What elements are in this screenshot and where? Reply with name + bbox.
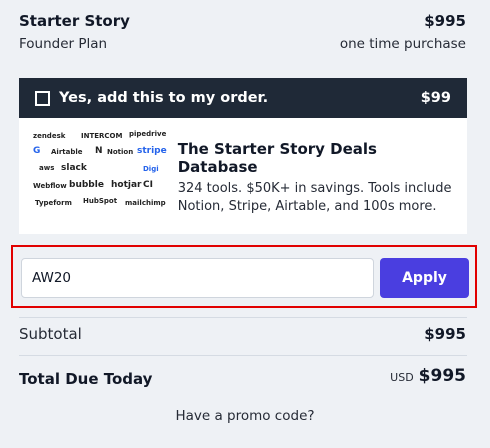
- upsell-price: $99: [420, 90, 451, 106]
- stripe-logo: stripe: [137, 146, 167, 156]
- zendesk-logo: zendesk: [33, 132, 66, 140]
- plan-price: $995: [424, 12, 466, 30]
- subtotal-value: $995: [424, 325, 466, 343]
- webflow-logo: Webflow: [33, 182, 67, 190]
- upsell-label: Yes, add this to my order.: [59, 90, 269, 106]
- promo-code-section: Apply: [11, 245, 477, 308]
- divider: [19, 355, 467, 356]
- hubspot-logo: HubSpot: [83, 197, 118, 205]
- upsell-checkbox[interactable]: [35, 90, 50, 106]
- google-logo: G: [33, 146, 41, 156]
- product-title: The Starter Story Deals Database: [177, 140, 377, 176]
- plan-billing: one time purchase: [339, 36, 466, 52]
- product-info: The Starter Story Deals Database 324 too…: [178, 130, 457, 220]
- notion-n-logo: N: [95, 146, 103, 156]
- digi-logo: Digi: [143, 165, 159, 173]
- upsell-card: Yes, add this to my order. $99 zendesk I…: [19, 78, 467, 234]
- intercom-logo: INTERCOM: [81, 132, 123, 140]
- bubble-logo: bubble: [69, 180, 104, 190]
- plan-subtitle: Founder Plan: [19, 36, 108, 52]
- total-value: $995: [418, 366, 466, 386]
- airtable-logo: Airtable: [51, 148, 83, 156]
- slack-logo: slack: [61, 163, 87, 173]
- total-value-group: USD $995: [390, 366, 466, 386]
- total-label: Total Due Today: [19, 370, 153, 388]
- apply-button[interactable]: Apply: [380, 258, 469, 298]
- ci-logo: CI: [143, 180, 153, 190]
- upsell-left: Yes, add this to my order.: [35, 90, 268, 106]
- product-description: 324 tools. $50K+ in savings. Tools inclu…: [177, 181, 452, 214]
- aws-logo: aws: [39, 164, 55, 172]
- tool-logos-image: zendesk INTERCOM pipedrive G Airtable N …: [31, 130, 167, 220]
- mailchimp-logo: mailchimp: [125, 199, 166, 207]
- upsell-body: zendesk INTERCOM pipedrive G Airtable N …: [19, 118, 467, 220]
- pipedrive-logo: pipedrive: [129, 130, 167, 138]
- typeform-logo: Typeform: [35, 199, 72, 207]
- hotjar-logo: hotjar: [111, 180, 142, 190]
- divider: [19, 317, 467, 318]
- plan-title: Starter Story: [19, 12, 130, 30]
- promo-code-input[interactable]: [21, 258, 374, 298]
- promo-code-link[interactable]: Have a promo code?: [0, 408, 490, 424]
- subtotal-label: Subtotal: [19, 325, 82, 343]
- notion-logo: Notion: [107, 148, 134, 156]
- upsell-toggle[interactable]: Yes, add this to my order. $99: [19, 78, 467, 118]
- currency-code: USD: [390, 371, 414, 384]
